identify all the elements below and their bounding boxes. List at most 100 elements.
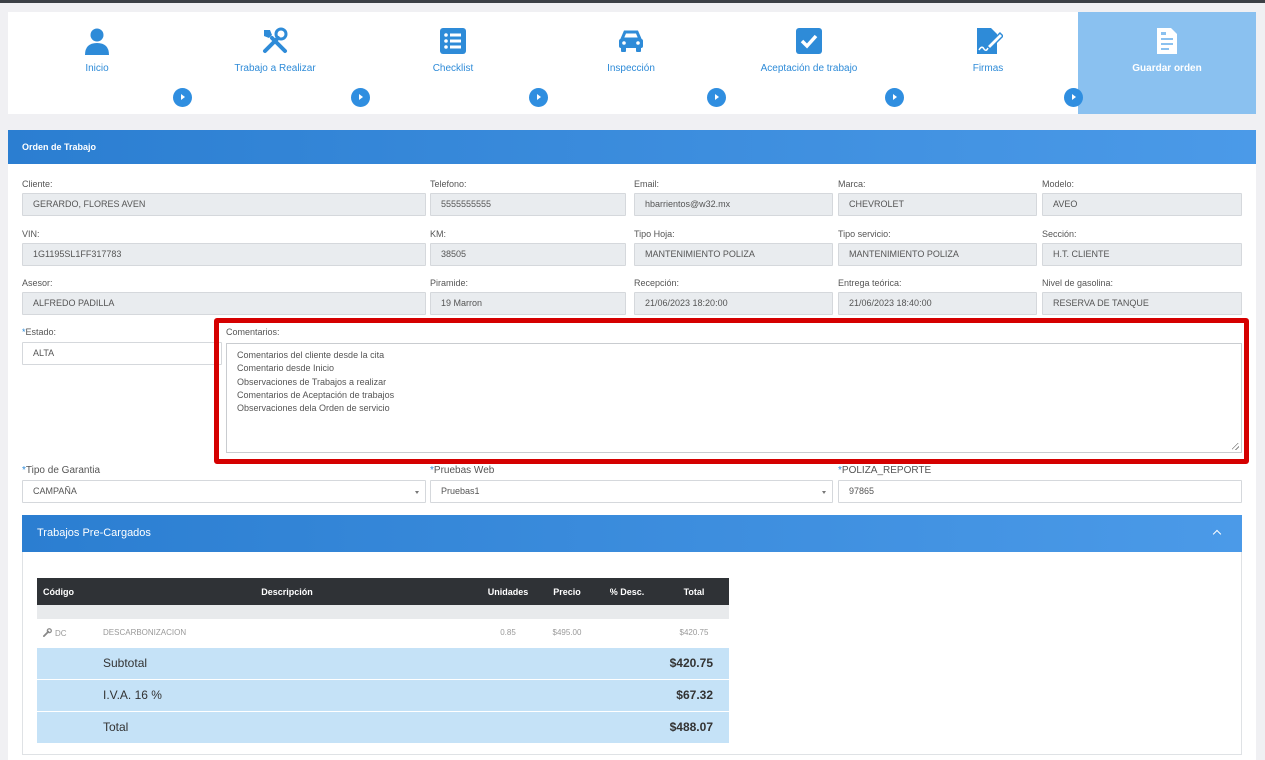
- subtotal-value: $420.75: [595, 646, 729, 679]
- comentarios-label: Comentarios:: [226, 327, 280, 337]
- step-trabajo[interactable]: Trabajo a Realizar: [186, 12, 364, 114]
- step-label: Aceptación de trabajo: [760, 63, 858, 74]
- step-checklist[interactable]: Checklist: [364, 12, 542, 114]
- field-label-asesor: Asesor:: [22, 278, 53, 288]
- step-next-button[interactable]: [529, 88, 548, 107]
- marca-field[interactable]: CHEVROLET: [838, 193, 1037, 216]
- top-bar: [0, 0, 1265, 3]
- step-inspeccion[interactable]: Inspección: [542, 12, 720, 114]
- comentario-line: Observaciones dela Orden de servicio: [237, 403, 390, 414]
- step-next-button[interactable]: [885, 88, 904, 107]
- step-next-button[interactable]: [351, 88, 370, 107]
- field-label-marca: Marca:: [838, 179, 866, 189]
- vin-field[interactable]: 1G1195SL1FF317783: [22, 243, 426, 266]
- cell-precio: $495.00: [539, 619, 595, 647]
- checklist-icon: [440, 28, 466, 54]
- piramide-field[interactable]: 19 Marron: [430, 292, 626, 315]
- step-next-button[interactable]: [1064, 88, 1083, 107]
- field-label-pruebas-web: *Pruebas Web: [430, 465, 495, 476]
- tipo-servicio-field[interactable]: MANTENIMIENTO POLIZA: [838, 243, 1037, 266]
- field-label-gasolina: Nivel de gasolina:: [1042, 278, 1114, 288]
- modelo-field[interactable]: AVEO: [1042, 193, 1242, 216]
- email-field[interactable]: hbarrientos@w32.mx: [634, 193, 833, 216]
- field-label-recepcion: Recepción:: [634, 278, 680, 288]
- comentario-line: Comentario desde Inicio: [237, 363, 335, 374]
- total-value: $488.07: [595, 710, 729, 743]
- km-field[interactable]: 38505: [430, 243, 626, 266]
- table-row[interactable]: DC DESCARBONIZACION 0.85 $495.00 $420.75: [37, 619, 729, 647]
- estado-select[interactable]: ALTA: [22, 342, 222, 365]
- field-label-cliente: Cliente:: [22, 179, 53, 189]
- tools-icon: [263, 27, 288, 53]
- cell-unidades: 0.85: [477, 619, 539, 647]
- checkbox-icon: [796, 28, 822, 54]
- cell-codigo: DC: [37, 619, 97, 647]
- field-label-piramide: Piramide:: [430, 278, 469, 288]
- field-label-tipo-garantia: *Tipo de Garantia: [22, 465, 101, 476]
- step-label: Guardar orden: [1132, 63, 1202, 74]
- step-next-button[interactable]: [173, 88, 192, 107]
- field-label-telefono: Telefono:: [430, 179, 467, 189]
- step-aceptacion[interactable]: Aceptación de trabajo: [720, 12, 898, 114]
- field-label-km: KM:: [430, 229, 447, 239]
- field-label-poliza-reporte: *POLIZA_REPORTE: [838, 465, 932, 476]
- subtotal-row: Subtotal $420.75: [37, 646, 729, 679]
- car-icon: [619, 30, 643, 52]
- table-header-row: Código Descripción Unidades Precio % Des…: [37, 578, 729, 605]
- field-label-tipo-servicio: Tipo servicio:: [838, 229, 891, 239]
- col-codigo: Código: [37, 578, 97, 605]
- cliente-field[interactable]: GERARDO, FLORES AVEN: [22, 193, 426, 216]
- total-row: Total $488.07: [37, 710, 729, 743]
- seccion-field[interactable]: H.T. CLIENTE: [1042, 243, 1242, 266]
- recepcion-field[interactable]: 21/06/2023 18:20:00: [634, 292, 833, 315]
- wrench-icon: [43, 627, 52, 637]
- col-total: Total: [659, 578, 729, 605]
- step-firmas[interactable]: Firmas: [898, 12, 1078, 114]
- asesor-field[interactable]: ALFREDO PADILLA: [22, 292, 426, 315]
- gasolina-field[interactable]: RESERVA DE TANQUE: [1042, 292, 1242, 315]
- save-document-icon: [1157, 28, 1177, 54]
- resize-handle[interactable]: [1232, 443, 1239, 450]
- field-label-seccion: Sección:: [1042, 229, 1077, 239]
- field-label-vin: VIN:: [22, 229, 40, 239]
- col-desc: % Desc.: [595, 578, 659, 605]
- col-precio: Precio: [539, 578, 595, 605]
- step-label: Inspección: [607, 63, 655, 74]
- step-next-button[interactable]: [707, 88, 726, 107]
- collapse-chevron-up-icon[interactable]: [1207, 522, 1229, 544]
- order-card-title: Orden de Trabajo: [8, 130, 1256, 164]
- comentarios-textarea[interactable]: Comentarios del cliente desde la cita Co…: [226, 343, 1242, 453]
- step-label: Firmas: [972, 63, 1004, 74]
- iva-label: I.V.A. 16 %: [97, 678, 595, 711]
- field-label-email: Email:: [634, 179, 660, 189]
- telefono-field[interactable]: 5555555555: [430, 193, 626, 216]
- col-unidades: Unidades: [477, 578, 539, 605]
- tipo-garantia-select[interactable]: CAMPAÑA: [22, 480, 426, 503]
- total-label: Total: [97, 710, 595, 743]
- step-guardar[interactable]: Guardar orden: [1078, 12, 1256, 114]
- pruebas-web-select[interactable]: Pruebas1: [430, 480, 833, 503]
- jobs-panel-title: Trabajos Pre-Cargados: [22, 515, 1242, 552]
- signature-icon: [977, 28, 1003, 54]
- iva-value: $67.32: [595, 678, 729, 711]
- field-label-estado: *Estado:: [22, 327, 57, 337]
- iva-row: I.V.A. 16 % $67.32: [37, 678, 729, 711]
- tipo-hoja-field[interactable]: MANTENIMIENTO POLIZA: [634, 243, 833, 266]
- entrega-field[interactable]: 21/06/2023 18:40:00: [838, 292, 1037, 315]
- step-inicio[interactable]: Inicio: [8, 12, 186, 114]
- jobs-table: Código Descripción Unidades Precio % Des…: [37, 578, 729, 743]
- cell-total: $420.75: [659, 619, 729, 647]
- cell-desc: [595, 619, 659, 647]
- step-label: Checklist: [432, 63, 474, 74]
- comentario-line: Comentarios de Aceptación de trabajos: [237, 389, 395, 400]
- field-label-tipo-hoja: Tipo Hoja:: [634, 229, 675, 239]
- comentario-line: Comentarios del cliente desde la cita: [237, 350, 385, 360]
- subtotal-label: Subtotal: [97, 646, 595, 679]
- user-icon: [85, 28, 109, 55]
- cell-descripcion: DESCARBONIZACION: [97, 619, 477, 647]
- step-label: Trabajo a Realizar: [234, 63, 316, 74]
- wizard-steps: Inicio Trabajo a Realizar Checklist Insp…: [8, 12, 1256, 114]
- poliza-reporte-field[interactable]: 97865: [838, 480, 1242, 503]
- comentario-line: Observaciones de Trabajos a realizar: [237, 376, 387, 387]
- field-label-modelo: Modelo:: [1042, 179, 1075, 189]
